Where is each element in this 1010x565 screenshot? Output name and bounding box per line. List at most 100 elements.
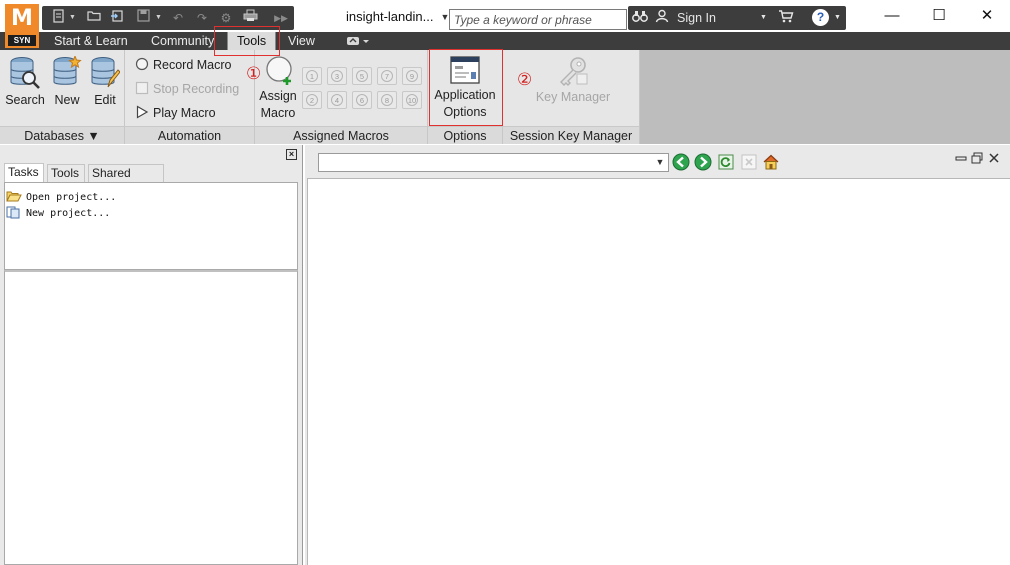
cart-icon[interactable] bbox=[778, 9, 794, 27]
play-macro-button[interactable]: Play Macro bbox=[135, 103, 216, 123]
import-icon[interactable] bbox=[108, 9, 126, 27]
database-new-button[interactable]: New bbox=[50, 52, 84, 109]
macro-slot-7[interactable]: 7 bbox=[377, 67, 397, 85]
key-manager-button[interactable]: Key Manager bbox=[523, 52, 623, 106]
sign-in-link[interactable]: Sign In bbox=[677, 9, 716, 27]
mdi-minimize-icon[interactable] bbox=[954, 152, 967, 165]
mdi-restore-icon[interactable] bbox=[970, 152, 983, 165]
task-new-project-label: New project... bbox=[26, 208, 111, 219]
macro-slot-number: 4 bbox=[331, 94, 343, 106]
tab-view[interactable]: View bbox=[288, 32, 315, 50]
mdi-close-icon[interactable] bbox=[987, 152, 1000, 165]
application-logo[interactable]: M SYN bbox=[5, 4, 39, 48]
maximize-button[interactable]: ☐ bbox=[927, 6, 951, 26]
print-icon[interactable] bbox=[241, 9, 259, 27]
logo-letter: M bbox=[11, 6, 33, 31]
tab-shared-views[interactable]: Shared Views bbox=[88, 164, 164, 197]
macro-slot-8[interactable]: 8 bbox=[377, 91, 397, 109]
macro-slot-number: 10 bbox=[406, 94, 418, 106]
databases-group-label[interactable]: Databases ▼ bbox=[0, 126, 124, 144]
address-dropdown-icon[interactable]: ▼ bbox=[654, 154, 666, 171]
tab-start-and-learn[interactable]: Start & Learn bbox=[54, 32, 128, 50]
title-bar: M SYN ▼ ▼ ↶ ↷ ⚙ ▶▶ insight-landin... ▼ T… bbox=[0, 0, 1010, 48]
automation-group-label: Automation bbox=[125, 126, 254, 144]
close-window-button[interactable]: ✕ bbox=[975, 6, 999, 26]
binoculars-icon[interactable] bbox=[632, 9, 648, 27]
database-edit-icon bbox=[91, 57, 120, 88]
assign-macro-label-line1: Assign bbox=[259, 89, 297, 103]
database-search-icon bbox=[10, 57, 40, 89]
databases-group: Search New Edit Databases ▼ bbox=[0, 50, 125, 144]
open-icon[interactable] bbox=[85, 9, 103, 27]
help-dropdown-icon[interactable]: ▼ bbox=[834, 9, 841, 27]
app-window: M SYN ▼ ▼ ↶ ↷ ⚙ ▶▶ insight-landin... ▼ T… bbox=[0, 0, 1010, 565]
macro-slot-4[interactable]: 4 bbox=[327, 91, 347, 109]
assign-macro-label-line2: Macro bbox=[260, 106, 296, 120]
database-new-icon bbox=[53, 56, 82, 85]
user-icon[interactable] bbox=[655, 9, 669, 27]
task-open-project-label: Open project... bbox=[26, 192, 117, 203]
save-dropdown-icon[interactable]: ▼ bbox=[155, 9, 163, 27]
new-project-doc-icon bbox=[6, 206, 20, 219]
automation-group: Record Macro Stop Recording Play Macro A… bbox=[125, 50, 255, 144]
stop-icon[interactable] bbox=[740, 153, 758, 171]
assigned-macros-group-label: Assigned Macros bbox=[255, 126, 427, 144]
macro-slot-1[interactable]: 1 bbox=[302, 67, 322, 85]
macro-slot-9[interactable]: 9 bbox=[402, 67, 422, 85]
ribbon-tab-strip: Start & Learn Community Tools View bbox=[0, 32, 1010, 51]
forward-icon[interactable] bbox=[694, 153, 712, 171]
folder-open-icon bbox=[6, 191, 22, 202]
macro-slot-10[interactable]: 10 bbox=[402, 91, 422, 109]
document-content-area bbox=[307, 178, 1010, 565]
play-icon bbox=[136, 105, 149, 119]
document-title: insight-landin... bbox=[346, 9, 434, 24]
new-project-icon[interactable] bbox=[50, 9, 68, 27]
sign-in-dropdown-icon[interactable]: ▼ bbox=[760, 9, 767, 27]
save-icon[interactable] bbox=[134, 9, 152, 27]
session-key-manager-group-label: Session Key Manager bbox=[503, 126, 639, 144]
ribbon-options-icon[interactable] bbox=[346, 34, 371, 47]
task-new-project[interactable]: New project... bbox=[6, 205, 110, 221]
minimize-button[interactable]: — bbox=[880, 6, 904, 26]
keyword-search-input[interactable] bbox=[450, 10, 626, 29]
assign-macro-button[interactable]: Assign Macro bbox=[257, 52, 299, 122]
address-combobox[interactable]: ▼ bbox=[318, 153, 669, 172]
tab-tools-panel[interactable]: Tools bbox=[47, 164, 85, 182]
new-project-dropdown-icon[interactable]: ▼ bbox=[69, 9, 77, 27]
tab-tasks[interactable]: Tasks bbox=[4, 163, 44, 182]
macro-slot-5[interactable]: 5 bbox=[352, 67, 372, 85]
record-macro-label: Record Macro bbox=[153, 58, 232, 72]
macro-slot-2[interactable]: 2 bbox=[302, 91, 322, 109]
annotation-box-tools-tab bbox=[214, 26, 280, 56]
macro-slot-number: 6 bbox=[356, 94, 368, 106]
keyword-search-box[interactable] bbox=[449, 9, 627, 30]
play-macro-label: Play Macro bbox=[153, 106, 216, 120]
macro-slot-number: 1 bbox=[306, 70, 318, 82]
task-open-project[interactable]: Open project... bbox=[6, 189, 116, 205]
back-icon[interactable] bbox=[672, 153, 690, 171]
settings-icon[interactable]: ⚙ bbox=[217, 9, 235, 27]
logo-sub-label: SYN bbox=[8, 35, 36, 46]
undo-icon[interactable]: ↶ bbox=[169, 9, 187, 27]
left-lower-pane bbox=[4, 270, 298, 565]
database-search-button[interactable]: Search bbox=[4, 52, 46, 109]
record-macro-button[interactable]: Record Macro bbox=[135, 55, 232, 75]
panel-close-button[interactable]: × bbox=[286, 149, 297, 160]
macro-slot-6[interactable]: 6 bbox=[352, 91, 372, 109]
options-group-label: Options bbox=[428, 126, 502, 144]
macro-slot-number: 5 bbox=[356, 70, 368, 82]
key-icon bbox=[560, 57, 588, 86]
tab-community[interactable]: Community bbox=[151, 32, 214, 50]
more-icon[interactable]: ▶▶ bbox=[272, 9, 290, 27]
help-icon[interactable]: ? bbox=[812, 9, 829, 26]
session-key-manager-group: Key Manager Session Key Manager bbox=[503, 50, 640, 144]
assigned-macros-group: Assign Macro 1 3 5 7 9 2 4 6 8 10 Assign… bbox=[255, 50, 428, 144]
macro-slot-number: 7 bbox=[381, 70, 393, 82]
database-new-label: New bbox=[54, 93, 80, 107]
home-icon[interactable] bbox=[762, 153, 780, 171]
database-edit-button[interactable]: Edit bbox=[88, 52, 122, 109]
redo-icon[interactable]: ↷ bbox=[193, 9, 211, 27]
macro-slot-3[interactable]: 3 bbox=[327, 67, 347, 85]
refresh-icon[interactable] bbox=[717, 153, 735, 171]
stop-recording-button[interactable]: Stop Recording bbox=[135, 79, 239, 99]
